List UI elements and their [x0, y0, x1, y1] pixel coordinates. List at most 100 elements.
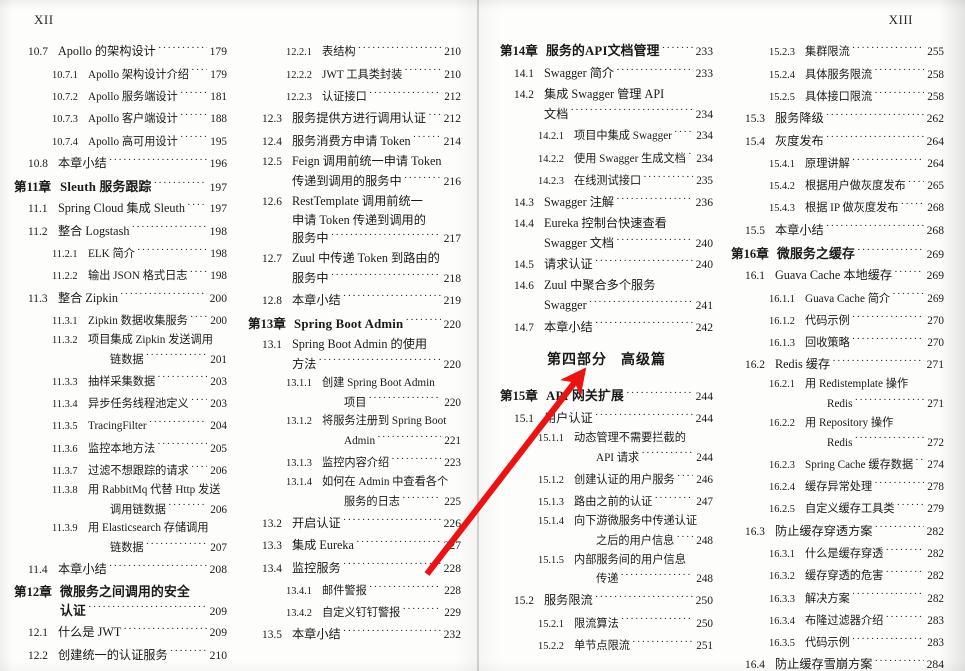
toc-entry[interactable]: 第13章 Spring Boot Admin 220	[248, 316, 461, 330]
toc-entry[interactable]: 12.4 服务消费方申请 Token 214	[248, 133, 461, 148]
toc-entry[interactable]: 15.2.2 单节点限流 251	[500, 638, 713, 653]
toc-entry[interactable]: 11.2 整合 Logstash 198	[14, 223, 227, 238]
toc-entry[interactable]: 链数据 207	[14, 540, 227, 555]
toc-entry[interactable]: 13.4.1 邮件警报 228	[248, 582, 461, 597]
toc-entry[interactable]: 13.3 集成 Eureka 227	[248, 538, 461, 553]
toc-entry[interactable]: Redis 271	[731, 396, 944, 411]
toc-entry[interactable]: 16.1.1 Guava Cache 简介 269	[731, 290, 944, 305]
toc-entry[interactable]: 16.2.1 用 Redistemplate 操作	[731, 379, 944, 391]
toc-entry[interactable]: 13.1.2 将服务注册到 Spring Boot	[248, 416, 461, 428]
toc-entry[interactable]: 16.4 防止缓存雪崩方案 284	[731, 657, 944, 671]
toc-entry[interactable]: 13.5 本章小结 232	[248, 627, 461, 642]
toc-entry[interactable]: 11.3.7 过滤不想跟踪的请求 206	[14, 462, 227, 477]
toc-entry[interactable]: 14.5 请求认证 240	[500, 257, 713, 272]
toc-entry[interactable]: 15.1.1 动态管理不需要拦截的	[500, 432, 713, 444]
toc-entry[interactable]: 项目 220	[248, 394, 461, 409]
toc-entry[interactable]: 10.7.1 Apollo 架构设计介绍 179	[14, 66, 227, 81]
toc-entry[interactable]: 14.6 Zuul 中聚合多个服务	[500, 279, 713, 292]
toc-entry[interactable]: 方法 220	[248, 356, 461, 370]
toc-entry[interactable]: 16.3.4 布隆过滤器介绍 283	[731, 612, 944, 627]
toc-entry[interactable]: 15.4.3 根据 IP 做灰度发布 268	[731, 200, 944, 215]
toc-entry[interactable]: 16.2.2 用 Repository 操作	[731, 417, 944, 429]
toc-entry[interactable]: 15.2.5 具体接口限流 258	[731, 89, 944, 104]
toc-entry[interactable]: 16.3 防止缓存穿透方案 282	[731, 523, 944, 538]
toc-entry[interactable]: 13.4 监控服务 228	[248, 560, 461, 575]
toc-entry[interactable]: 12.6 RestTemplate 调用前统一	[248, 195, 461, 208]
toc-entry[interactable]: 11.3.8 用 RabbitMq 代替 Http 发送	[14, 484, 227, 496]
toc-entry[interactable]: 14.2.1 项目中集成 Swagger 234	[500, 128, 713, 143]
toc-entry[interactable]: 第14章服务的API文档管理 233	[500, 44, 713, 58]
toc-entry[interactable]: 服务的日志 225	[248, 493, 461, 508]
toc-entry[interactable]: 12.2 创建统一的认证服务 210	[14, 647, 227, 662]
toc-entry[interactable]: 14.2.2 使用 Swagger 生成文档 234	[500, 150, 713, 165]
toc-entry[interactable]: 16.1.3 回收策略 270	[731, 335, 944, 350]
toc-entry[interactable]: 11.1 Spring Cloud 集成 Sleuth 197	[14, 201, 227, 216]
toc-entry[interactable]: 15.1.2 创建认证的用户服务 246	[500, 471, 713, 486]
toc-entry[interactable]: 13.1.4 如何在 Admin 中查看各个	[248, 476, 461, 488]
toc-entry[interactable]: 13.1.1 创建 Spring Boot Admin	[248, 377, 461, 389]
toc-entry[interactable]: 16.2.4 缓存异常处理 278	[731, 479, 944, 494]
toc-entry[interactable]: 15.2 服务限流 250	[500, 593, 713, 608]
toc-entry[interactable]: 14.4 Eureka 控制台快速查看	[500, 217, 713, 230]
toc-entry[interactable]: 16.3.1 什么是缓存穿透 282	[731, 546, 944, 561]
toc-entry[interactable]: 16.1.2 代码示例 270	[731, 312, 944, 327]
toc-entry[interactable]: 服务中 218	[248, 271, 461, 285]
toc-entry[interactable]: 16.2 Redis 缓存 271	[731, 357, 944, 372]
toc-entry[interactable]: 16.3.2 缓存穿透的危害 282	[731, 568, 944, 583]
toc-entry[interactable]: Redis 272	[731, 434, 944, 449]
toc-entry[interactable]: 链数据 201	[14, 351, 227, 366]
toc-entry[interactable]: 12.2.2 JWT 工具类封装 210	[248, 66, 461, 81]
toc-entry[interactable]: 文档 234	[500, 106, 713, 120]
toc-entry[interactable]: 14.2.3 在线测试接口 235	[500, 172, 713, 187]
toc-entry[interactable]: 15.1.4 向下游微服务中传递认证	[500, 515, 713, 527]
toc-entry[interactable]: 14.2 集成 Swagger 管理 API	[500, 88, 713, 101]
toc-entry[interactable]: 11.3.2 项目集成 Zipkin 发送调用	[14, 334, 227, 346]
toc-entry[interactable]: 11.3.6 监控本地方法 205	[14, 440, 227, 455]
toc-entry[interactable]: 11.3.5 TracingFilter 204	[14, 418, 227, 433]
toc-entry[interactable]: 10.7 Apollo 的架构设计 179	[14, 44, 227, 59]
toc-entry[interactable]: 第15章 API 网关扩展 244	[500, 389, 713, 403]
toc-entry[interactable]: 15.2.1 限流算法 250	[500, 615, 713, 630]
toc-entry[interactable]: 11.3.4 异步任务线程池定义 203	[14, 396, 227, 411]
toc-entry[interactable]: 第11章 Sleuth 服务跟踪 197	[14, 179, 227, 193]
toc-entry[interactable]: 15.1.3 路由之前的认证 247	[500, 494, 713, 509]
toc-entry[interactable]: 12.1 什么是 JWT 209	[14, 625, 227, 640]
toc-entry[interactable]: 11.3.9 用 Elasticsearch 存储调用	[14, 523, 227, 535]
toc-entry[interactable]: 之后的用户信息 248	[500, 532, 713, 547]
toc-entry[interactable]: API 请求 244	[500, 449, 713, 464]
toc-entry[interactable]: 15.4.1 原理讲解 264	[731, 155, 944, 170]
toc-entry[interactable]: 10.8 本章小结 196	[14, 155, 227, 170]
toc-entry[interactable]: 15.5 本章小结 268	[731, 222, 944, 237]
toc-entry[interactable]: 15.1 用户认证 244	[500, 411, 713, 426]
toc-entry[interactable]: 13.2 开启认证 226	[248, 516, 461, 531]
toc-entry[interactable]: 10.7.4 Apollo 高可用设计 195	[14, 133, 227, 148]
toc-entry[interactable]: 14.3 Swagger 注解 236	[500, 195, 713, 210]
toc-entry[interactable]: 11.2.1 ELK 简介 198	[14, 246, 227, 261]
toc-entry[interactable]: 13.1.3 监控内容介绍 223	[248, 455, 461, 470]
toc-entry[interactable]: 14.7 本章小结 242	[500, 319, 713, 334]
toc-entry[interactable]: 15.1.5 内部服务间的用户信息	[500, 554, 713, 566]
toc-entry[interactable]: 传递 248	[500, 571, 713, 586]
toc-entry[interactable]: 16.2.3 Spring Cache 缓存数据 274	[731, 456, 944, 471]
toc-entry[interactable]: 16.2.5 自定义缓存工具类 279	[731, 501, 944, 516]
toc-entry[interactable]: 13.4.2 自定义钉钉警报 229	[248, 605, 461, 620]
toc-entry[interactable]: 11.4 本章小结 208	[14, 562, 227, 577]
toc-entry[interactable]: 10.7.2 Apollo 服务端设计 181	[14, 89, 227, 104]
toc-entry[interactable]: Swagger 文档 240	[500, 235, 713, 249]
toc-entry[interactable]: 第12章 微服务之间调用的安全	[14, 585, 227, 599]
toc-entry[interactable]: 16.3.5 代码示例 283	[731, 635, 944, 650]
toc-entry[interactable]: 11.3.3 抽样采集数据 203	[14, 373, 227, 388]
toc-entry[interactable]: 16.3.3 解决方案 282	[731, 590, 944, 605]
toc-entry[interactable]: 12.7 Zuul 中传递 Token 到路由的	[248, 252, 461, 265]
toc-entry[interactable]: 12.2.3 认证接口 212	[248, 89, 461, 104]
toc-entry[interactable]: 16.1 Guava Cache 本地缓存 269	[731, 268, 944, 283]
toc-entry[interactable]: 11.3 整合 Zipkin 200	[14, 290, 227, 305]
toc-entry[interactable]: 15.4 灰度发布 264	[731, 133, 944, 148]
toc-entry[interactable]: 14.1 Swagger 简介 233	[500, 66, 713, 81]
toc-entry[interactable]: 15.2.3 集群限流 255	[731, 44, 944, 59]
toc-entry[interactable]: 申请 Token 传递到调用的	[248, 214, 461, 226]
toc-entry[interactable]: 11.2.2 输出 JSON 格式日志 198	[14, 268, 227, 283]
toc-entry[interactable]: 15.3 服务降级 262	[731, 111, 944, 126]
toc-entry[interactable]: 服务中 217	[248, 231, 461, 245]
toc-entry[interactable]: 认证 209	[14, 603, 227, 617]
